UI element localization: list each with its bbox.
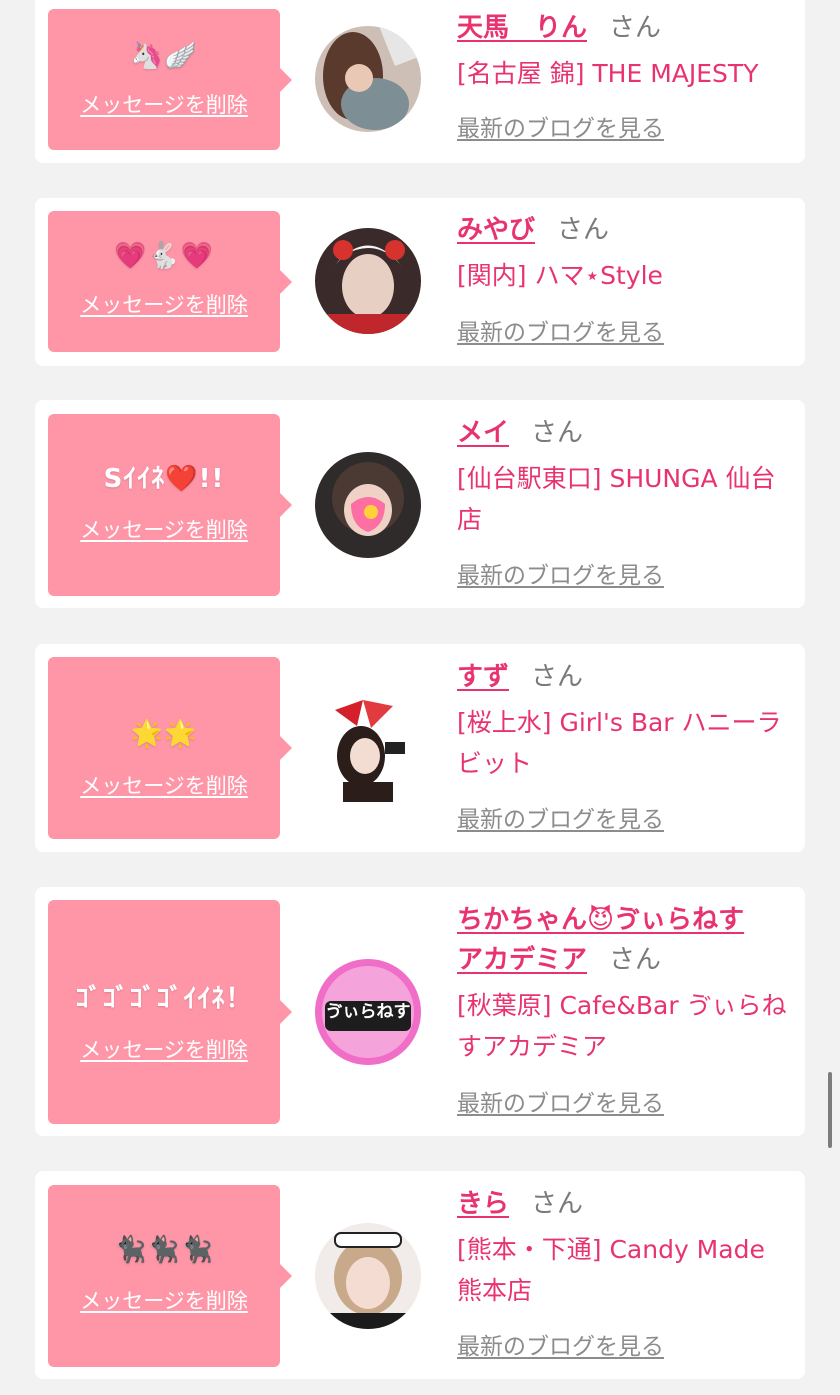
scrollbar[interactable] <box>828 1072 832 1148</box>
cast-name-link[interactable]: メイ <box>457 418 509 448</box>
avatar-photo-icon <box>315 1223 421 1329</box>
list-item: 🦄🪽 メッセージを削除 天馬 りん さん [名古屋 錦] THE MAJESTY … <box>35 0 805 163</box>
avatar-photo-icon <box>315 228 421 334</box>
avatar[interactable] <box>315 696 421 802</box>
cast-name-link[interactable]: 天馬 りん <box>457 13 587 43</box>
message-bubble: 🦄🪽 メッセージを削除 <box>48 9 292 150</box>
cast-name-link[interactable]: すず <box>457 662 509 692</box>
message-text: 💗🐇💗 <box>113 241 215 271</box>
shop-logo-text: ゔぃらねす <box>325 1002 411 1022</box>
honorific: さん <box>609 13 662 43</box>
message-text: Sｲｲﾈ❤️!! <box>103 464 225 494</box>
list-item: 🐈‍⬛🐈‍⬛🐈‍⬛ メッセージを削除 きら さん [熊本・下通] Candy Ma… <box>35 1171 805 1379</box>
delete-message-link[interactable]: メッセージを削除 <box>48 772 280 800</box>
avatar-photo-icon <box>315 696 421 802</box>
message-list: 🦄🪽 メッセージを削除 天馬 りん さん [名古屋 錦] THE MAJESTY … <box>0 0 840 1395</box>
message-bubble: ｺﾞｺﾞｺﾞｺﾞｲｲﾈ！ メッセージを削除 <box>48 900 292 1124</box>
message-bubble: 🐈‍⬛🐈‍⬛🐈‍⬛ メッセージを削除 <box>48 1185 292 1367</box>
name-line: きら さん <box>457 1184 797 1224</box>
avatar[interactable] <box>315 1223 421 1329</box>
avatar[interactable] <box>315 26 421 132</box>
message-text: ｺﾞｺﾞｺﾞｺﾞｲｲﾈ！ <box>75 984 253 1014</box>
honorific: さん <box>531 418 584 448</box>
avatar-photo-icon <box>315 26 421 132</box>
name-line: みやび さん <box>457 210 797 250</box>
name-line: 天馬 りん さん <box>457 8 797 48</box>
message-bubble: 🌟🌟 メッセージを削除 <box>48 657 292 839</box>
list-item: 💗🐇💗 メッセージを削除 みやび さん [関内] ハマ⋆Style 最新のブログを… <box>35 198 805 366</box>
name-line: すず さん <box>457 657 797 697</box>
latest-blog-link[interactable]: 最新のブログを見る <box>457 114 664 144</box>
message-bubble: Sｲｲﾈ❤️!! メッセージを削除 <box>48 414 292 596</box>
avatar[interactable] <box>315 452 421 558</box>
cast-name-link[interactable]: みやび <box>457 215 535 245</box>
honorific: さん <box>531 662 584 692</box>
delete-message-link[interactable]: メッセージを削除 <box>48 1036 280 1064</box>
list-item: Sｲｲﾈ❤️!! メッセージを削除 メイ さん [仙台駅東口] SHUNGA 仙台… <box>35 400 805 608</box>
shop-name: [熊本・下通] Candy Made 熊本店 <box>457 1235 765 1305</box>
list-item: 🌟🌟 メッセージを削除 すず さん [桜上水] Girl's Bar ハニーラビッ… <box>35 644 805 852</box>
item-info: きら さん [熊本・下通] Candy Made 熊本店 <box>457 1184 797 1311</box>
item-info: ちかちゃん😈ゔぃらねす アカデミア さん [秋葉原] Cafe&Bar ゔぃらねす… <box>457 900 797 1067</box>
honorific: さん <box>557 215 610 245</box>
message-text: 🌟🌟 <box>130 719 198 749</box>
cast-name-link[interactable]: アカデミア <box>457 945 587 975</box>
latest-blog-link[interactable]: 最新のブログを見る <box>457 561 664 591</box>
cast-name-link[interactable]: ちかちゃん😈ゔぃらねす <box>457 905 744 935</box>
avatar-photo-icon <box>315 452 421 558</box>
delete-message-link[interactable]: メッセージを削除 <box>48 91 280 119</box>
latest-blog-link[interactable]: 最新のブログを見る <box>457 1089 664 1119</box>
latest-blog-link[interactable]: 最新のブログを見る <box>457 805 664 835</box>
shop-name: [桜上水] Girl's Bar ハニーラビット <box>457 708 782 778</box>
latest-blog-link[interactable]: 最新のブログを見る <box>457 1332 664 1362</box>
item-info: 天馬 りん さん [名古屋 錦] THE MAJESTY <box>457 8 797 94</box>
shop-name: [秋葉原] Cafe&Bar ゔぃらねすアカデミア <box>457 991 787 1061</box>
message-text: 🦄🪽 <box>130 41 198 71</box>
avatar[interactable] <box>315 228 421 334</box>
shop-name: [仙台駅東口] SHUNGA 仙台店 <box>457 464 776 534</box>
name-line: メイ さん <box>457 413 797 453</box>
honorific: さん <box>531 1189 584 1219</box>
message-bubble: 💗🐇💗 メッセージを削除 <box>48 211 292 352</box>
item-info: みやび さん [関内] ハマ⋆Style <box>457 210 797 296</box>
item-info: メイ さん [仙台駅東口] SHUNGA 仙台店 <box>457 413 797 540</box>
delete-message-link[interactable]: メッセージを削除 <box>48 1287 280 1315</box>
name-line: ちかちゃん😈ゔぃらねす アカデミア さん <box>457 900 797 980</box>
avatar[interactable]: ゔぃらねす <box>315 959 421 1065</box>
message-text: 🐈‍⬛🐈‍⬛🐈‍⬛ <box>113 1235 215 1265</box>
delete-message-link[interactable]: メッセージを削除 <box>48 291 280 319</box>
cast-name-link[interactable]: きら <box>457 1189 509 1219</box>
delete-message-link[interactable]: メッセージを削除 <box>48 516 280 544</box>
honorific: さん <box>609 945 662 975</box>
latest-blog-link[interactable]: 最新のブログを見る <box>457 318 664 348</box>
item-info: すず さん [桜上水] Girl's Bar ハニーラビット <box>457 657 797 784</box>
shop-name: [関内] ハマ⋆Style <box>457 261 663 290</box>
list-item: ｺﾞｺﾞｺﾞｺﾞｲｲﾈ！ メッセージを削除 ゔぃらねす ちかちゃん😈ゔぃらねす … <box>35 887 805 1136</box>
shop-name: [名古屋 錦] THE MAJESTY <box>457 59 759 88</box>
